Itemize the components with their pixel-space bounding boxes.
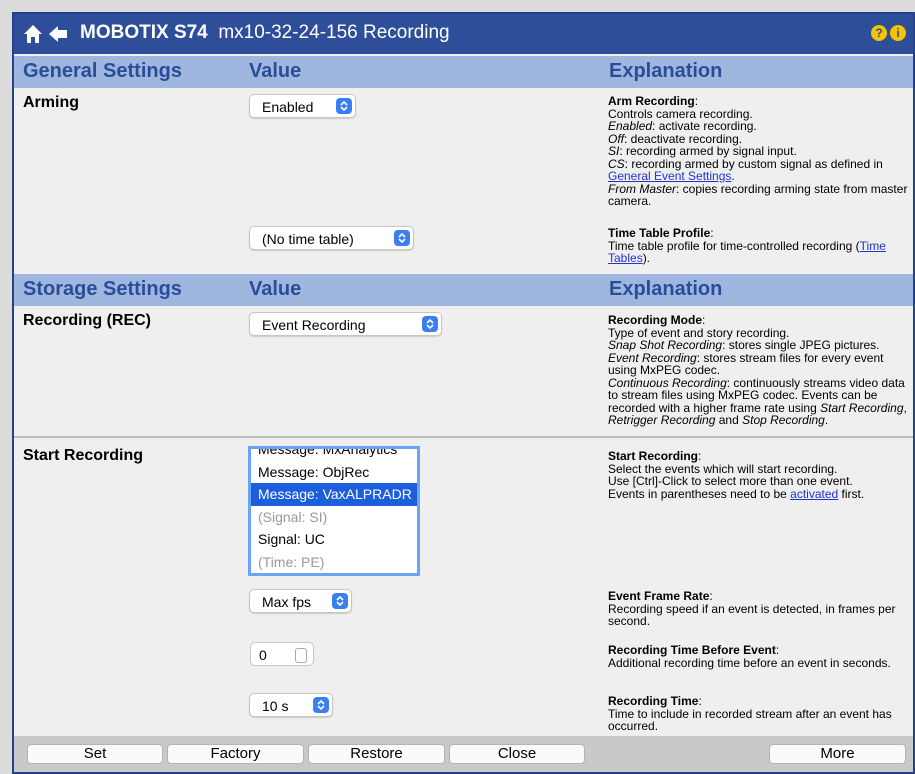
more-button[interactable]: More <box>769 744 906 764</box>
value-column-header: Value <box>249 60 302 82</box>
arming-label: Arming <box>23 94 79 111</box>
time-table-select-value: (No time table) <box>262 231 354 247</box>
start-recording-listbox[interactable]: Message: MxAnalytics Message: ObjRec Mes… <box>248 446 420 576</box>
storage-settings-header: Storage Settings Value Explanation <box>14 274 913 306</box>
section-title: Storage Settings <box>23 278 182 300</box>
recording-mode-select[interactable]: Event Recording <box>249 312 442 336</box>
value-column-header: Value <box>249 278 302 300</box>
page-title: MOBOTIX S74 mx10-32-24-156 Recording <box>80 22 450 44</box>
close-button[interactable]: Close <box>449 744 585 764</box>
select-arrows-icon <box>313 697 329 713</box>
pre-event-explanation: Recording Time Before Event: Additional … <box>608 643 891 670</box>
start-recording-label: Start Recording <box>23 447 144 464</box>
start-recording-explanation: Start Recording: Select the events which… <box>608 449 865 501</box>
stepper-arrows-icon[interactable] <box>295 648 307 663</box>
time-table-explanation: Time Table Profile: Time table profile f… <box>608 226 886 265</box>
back-arrow-icon[interactable] <box>47 24 69 44</box>
section-title: General Settings <box>23 60 182 82</box>
title-bar: MOBOTIX S74 mx10-32-24-156 Recording ? i <box>14 14 913 54</box>
brand-name: MOBOTIX S74 <box>80 22 208 43</box>
recording-rec-label: Recording (REC) <box>23 312 151 329</box>
help-icon[interactable]: ? <box>871 25 887 41</box>
explanation-column-header: Explanation <box>609 60 723 82</box>
info-icon[interactable]: i <box>890 25 906 41</box>
activated-link[interactable]: activated <box>790 487 838 501</box>
camera-page-name: mx10-32-24-156 Recording <box>218 22 450 43</box>
recording-mode-explanation: Recording Mode: Type of event and story … <box>608 313 907 427</box>
listbox-option[interactable]: (Time: PE) <box>251 551 417 574</box>
time-table-select[interactable]: (No time table) <box>249 226 414 250</box>
select-arrows-icon <box>336 98 352 114</box>
listbox-option[interactable]: (Signal: SI) <box>251 506 417 529</box>
set-button[interactable]: Set <box>27 744 163 764</box>
select-arrows-icon <box>422 316 438 332</box>
recording-mode-select-value: Event Recording <box>262 317 366 333</box>
recording-time-explanation: Recording Time: Time to include in recor… <box>608 694 892 733</box>
general-settings-header: General Settings Value Explanation <box>14 56 913 88</box>
select-arrows-icon <box>394 230 410 246</box>
select-arrows-icon <box>332 593 348 609</box>
arming-select[interactable]: Enabled <box>249 94 356 118</box>
recording-time-select[interactable]: 10 s <box>249 693 333 717</box>
restore-button[interactable]: Restore <box>308 744 445 764</box>
pre-event-time-stepper[interactable]: 0 <box>250 642 314 666</box>
event-frame-rate-explanation: Event Frame Rate: Recording speed if an … <box>608 589 896 628</box>
home-icon[interactable] <box>22 23 44 45</box>
listbox-option[interactable]: Signal: UC <box>251 528 417 551</box>
listbox-option[interactable]: Message: MxAnalytics <box>251 449 417 461</box>
arm-recording-explanation: Arm Recording: Controls camera recording… <box>608 94 908 208</box>
button-bar: Set Factory Restore Close More <box>14 736 913 772</box>
listbox-option[interactable]: Message: ObjRec <box>251 461 417 484</box>
row-divider <box>14 436 913 438</box>
explanation-column-header: Explanation <box>609 278 723 300</box>
frame-rate-select-value: Max fps <box>262 594 312 610</box>
factory-button[interactable]: Factory <box>167 744 304 764</box>
recording-time-select-value: 10 s <box>262 698 289 714</box>
recording-settings-window: MOBOTIX S74 mx10-32-24-156 Recording ? i… <box>12 12 915 774</box>
pre-event-time-value: 0 <box>259 647 267 663</box>
listbox-option-selected[interactable]: Message: VaxALPRADR <box>251 483 417 506</box>
arming-select-value: Enabled <box>262 99 314 115</box>
frame-rate-select[interactable]: Max fps <box>249 589 352 613</box>
